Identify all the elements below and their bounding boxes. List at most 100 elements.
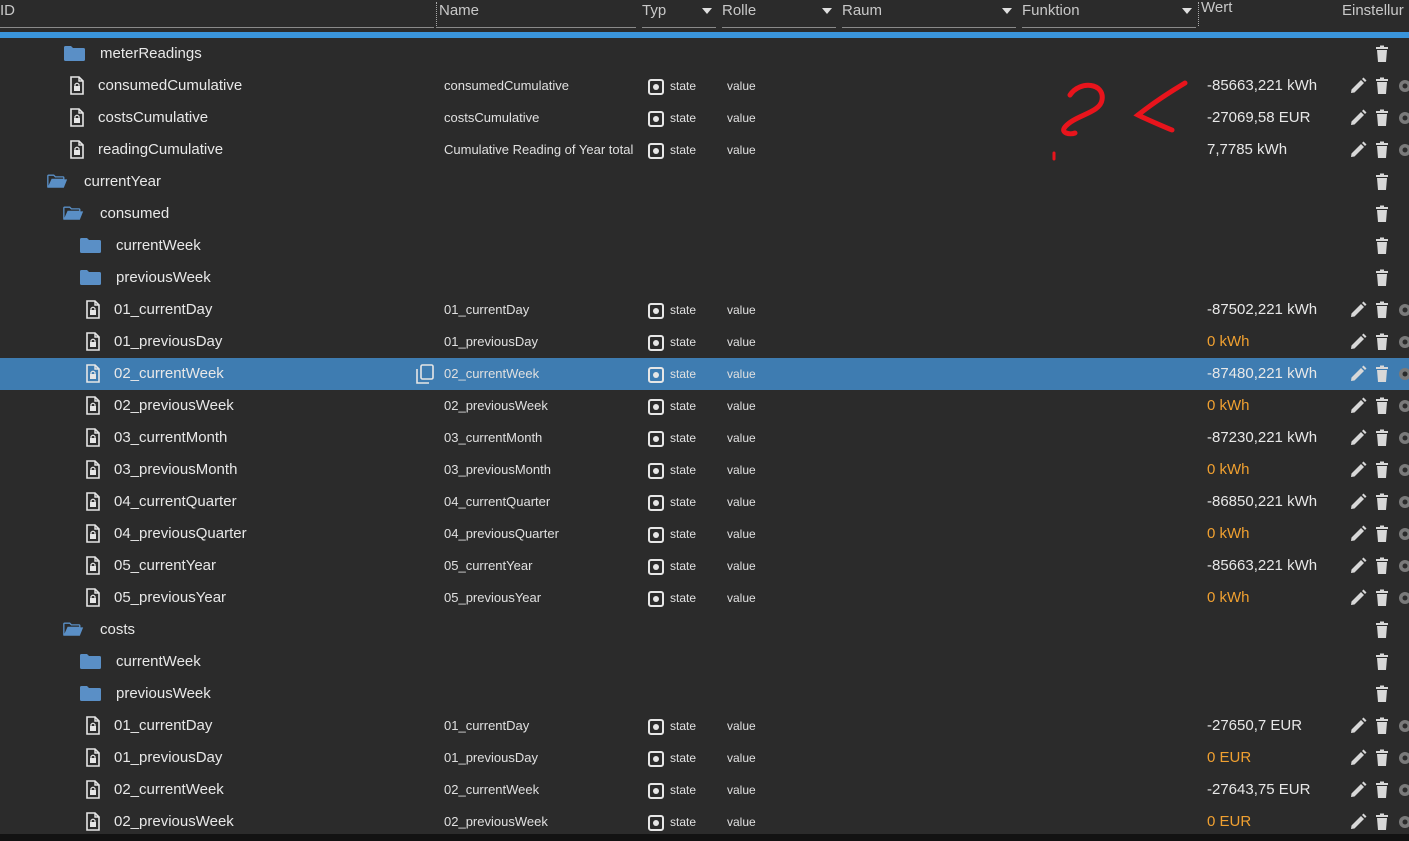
trash-icon[interactable] <box>1373 397 1391 415</box>
row-value[interactable]: -87480,221 kWh <box>1207 358 1317 390</box>
table-row[interactable]: 01_previousDay 01_previousDay state value 0 … <box>0 742 1409 774</box>
gear-icon[interactable] <box>1396 813 1409 831</box>
edit-pencil-icon[interactable] <box>1349 429 1367 447</box>
trash-icon[interactable] <box>1373 173 1391 191</box>
header-funktion-select[interactable]: Funktion <box>1022 0 1196 28</box>
row-value[interactable]: -27643,75 EUR <box>1207 774 1310 806</box>
gear-icon[interactable] <box>1396 397 1409 415</box>
gear-icon[interactable] <box>1396 77 1409 95</box>
edit-pencil-icon[interactable] <box>1349 365 1367 383</box>
trash-icon[interactable] <box>1373 813 1391 831</box>
trash-icon[interactable] <box>1373 141 1391 159</box>
header-id[interactable]: ID <box>0 0 434 28</box>
edit-pencil-icon[interactable] <box>1349 493 1367 511</box>
trash-icon[interactable] <box>1373 365 1391 383</box>
gear-icon[interactable] <box>1396 461 1409 479</box>
trash-icon[interactable] <box>1373 45 1391 63</box>
trash-icon[interactable] <box>1373 205 1391 223</box>
table-row[interactable]: 05_previousYear 05_previousYear state value… <box>0 582 1409 614</box>
edit-pencil-icon[interactable] <box>1349 749 1367 767</box>
gear-icon[interactable] <box>1396 749 1409 767</box>
trash-icon[interactable] <box>1373 493 1391 511</box>
row-value[interactable]: -27069,58 EUR <box>1207 102 1310 134</box>
table-row[interactable]: 04_previousQuarter 04_previousQuarter stat… <box>0 518 1409 550</box>
table-row[interactable]: 03_previousMonth 03_previousMonth state val… <box>0 454 1409 486</box>
table-row[interactable]: 02_currentWeek 02_currentWeek state value -2… <box>0 774 1409 806</box>
row-value[interactable]: 0 kWh <box>1207 518 1250 550</box>
row-value[interactable]: 7,7785 kWh <box>1207 134 1287 166</box>
trash-icon[interactable] <box>1373 685 1391 703</box>
gear-icon[interactable] <box>1396 301 1409 319</box>
gear-icon[interactable] <box>1396 333 1409 351</box>
table-row[interactable]: 01_previousDay 01_previousDay state value 0 … <box>0 326 1409 358</box>
gear-icon[interactable] <box>1396 781 1409 799</box>
table-row[interactable]: currentWeek <box>0 646 1409 678</box>
trash-icon[interactable] <box>1373 109 1391 127</box>
edit-pencil-icon[interactable] <box>1349 109 1367 127</box>
table-row[interactable]: currentWeek <box>0 230 1409 262</box>
row-value[interactable]: 0 kWh <box>1207 582 1250 614</box>
trash-icon[interactable] <box>1373 525 1391 543</box>
trash-icon[interactable] <box>1373 237 1391 255</box>
table-row[interactable]: previousWeek <box>0 262 1409 294</box>
row-value[interactable]: -27650,7 EUR <box>1207 710 1302 742</box>
row-value[interactable]: -86850,221 kWh <box>1207 486 1317 518</box>
edit-pencil-icon[interactable] <box>1349 301 1367 319</box>
edit-pencil-icon[interactable] <box>1349 781 1367 799</box>
edit-pencil-icon[interactable] <box>1349 461 1367 479</box>
header-rolle-select[interactable]: Rolle <box>722 0 836 28</box>
gear-icon[interactable] <box>1396 557 1409 575</box>
table-row[interactable]: 03_currentMonth 03_currentMonth state value… <box>0 422 1409 454</box>
header-typ-select[interactable]: Typ <box>642 0 716 28</box>
gear-icon[interactable] <box>1396 141 1409 159</box>
trash-icon[interactable] <box>1373 429 1391 447</box>
edit-pencil-icon[interactable] <box>1349 813 1367 831</box>
gear-icon[interactable] <box>1396 109 1409 127</box>
trash-icon[interactable] <box>1373 333 1391 351</box>
copy-icon[interactable] <box>416 364 434 384</box>
row-value[interactable]: -87502,221 kWh <box>1207 294 1317 326</box>
row-value[interactable]: -85663,221 kWh <box>1207 70 1317 102</box>
edit-pencil-icon[interactable] <box>1349 525 1367 543</box>
edit-pencil-icon[interactable] <box>1349 717 1367 735</box>
header-name[interactable]: Name <box>436 0 636 28</box>
trash-icon[interactable] <box>1373 653 1391 671</box>
table-row[interactable]: currentYear <box>0 166 1409 198</box>
row-value[interactable]: 0 kWh <box>1207 390 1250 422</box>
header-raum-select[interactable]: Raum <box>842 0 1016 28</box>
trash-icon[interactable] <box>1373 269 1391 287</box>
table-row[interactable]: 01_currentDay 01_currentDay state value -276… <box>0 710 1409 742</box>
trash-icon[interactable] <box>1373 461 1391 479</box>
row-value[interactable]: -87230,221 kWh <box>1207 422 1317 454</box>
table-row[interactable]: 05_currentYear 05_currentYear state value -8… <box>0 550 1409 582</box>
gear-icon[interactable] <box>1396 525 1409 543</box>
table-row[interactable]: 02_previousWeek 02_previousWeek state value… <box>0 390 1409 422</box>
trash-icon[interactable] <box>1373 557 1391 575</box>
trash-icon[interactable] <box>1373 717 1391 735</box>
row-value[interactable]: 0 kWh <box>1207 454 1250 486</box>
row-value[interactable]: 0 EUR <box>1207 742 1251 774</box>
trash-icon[interactable] <box>1373 621 1391 639</box>
table-row[interactable]: costs <box>0 614 1409 646</box>
header-wert[interactable]: Wert <box>1198 0 1328 28</box>
trash-icon[interactable] <box>1373 589 1391 607</box>
gear-icon[interactable] <box>1396 429 1409 447</box>
gear-icon[interactable] <box>1396 589 1409 607</box>
table-row[interactable]: 02_currentWeek 02_currentWeek state value -8… <box>0 358 1409 390</box>
edit-pencil-icon[interactable] <box>1349 333 1367 351</box>
row-value[interactable]: 0 kWh <box>1207 326 1250 358</box>
trash-icon[interactable] <box>1373 301 1391 319</box>
table-row[interactable]: 01_currentDay 01_currentDay state value -875… <box>0 294 1409 326</box>
edit-pencil-icon[interactable] <box>1349 557 1367 575</box>
edit-pencil-icon[interactable] <box>1349 141 1367 159</box>
table-row[interactable]: consumed <box>0 198 1409 230</box>
gear-icon[interactable] <box>1396 717 1409 735</box>
row-value[interactable]: -85663,221 kWh <box>1207 550 1317 582</box>
table-row[interactable]: meterReadings <box>0 38 1409 70</box>
table-row[interactable]: previousWeek <box>0 678 1409 710</box>
gear-icon[interactable] <box>1396 493 1409 511</box>
gear-icon[interactable] <box>1396 365 1409 383</box>
edit-pencil-icon[interactable] <box>1349 397 1367 415</box>
edit-pencil-icon[interactable] <box>1349 77 1367 95</box>
trash-icon[interactable] <box>1373 77 1391 95</box>
